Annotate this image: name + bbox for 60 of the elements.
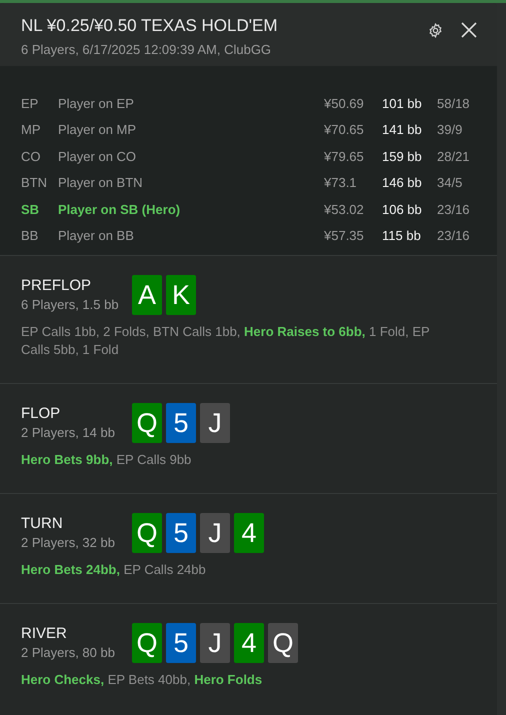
stack-amount: ¥70.65 xyxy=(324,122,365,138)
playing-card: J xyxy=(200,513,230,553)
player-stats: 34/5 xyxy=(437,175,464,190)
playing-card: J xyxy=(200,623,230,663)
playing-card: Q xyxy=(132,403,162,443)
player-name: Player on BB xyxy=(58,228,135,244)
stack-amount: ¥57.35 xyxy=(324,228,365,244)
player-stats: 28/21 xyxy=(437,148,471,164)
player-name: Player on MP xyxy=(58,122,138,138)
stack-bb: 159 bb xyxy=(382,148,423,164)
street-info: 2 Players, 80 bb xyxy=(21,645,116,660)
street-name: PREFLOP xyxy=(21,277,92,294)
hand-subtitle: 6 Players, 6/17/2025 12:09:39 AM, ClubGG xyxy=(21,42,272,57)
player-stats: 23/16 xyxy=(437,202,471,217)
street-name: TURN xyxy=(21,515,64,532)
stack-bb: 101 bb xyxy=(382,96,423,111)
playing-card: K xyxy=(166,275,196,315)
street-info: 2 Players, 32 bb xyxy=(21,535,116,550)
stack-bb: 146 bb xyxy=(382,175,423,190)
playing-card: 5 xyxy=(166,513,196,553)
settings-icon[interactable] xyxy=(428,22,443,38)
street-info: 6 Players, 1.5 bb xyxy=(21,297,120,312)
playing-card: Q xyxy=(132,513,162,553)
playing-card: 5 xyxy=(166,403,196,443)
player-stats: 58/18 xyxy=(437,96,471,111)
playing-card: A xyxy=(132,275,162,315)
stack-amount: ¥50.69 xyxy=(324,96,365,111)
street-name: RIVER xyxy=(21,625,68,642)
window-title: NL ¥0.25/¥0.50 TEXAS HOLD'EM xyxy=(21,16,278,36)
playing-card: J xyxy=(200,403,230,443)
action-summary: Hero Bets 24bb, EP Calls 24bb xyxy=(21,561,207,579)
stack-amount: ¥73.1 xyxy=(324,175,358,190)
street-name: FLOP xyxy=(21,405,62,422)
position-label: EP xyxy=(21,96,40,111)
position-label: SB xyxy=(21,202,40,217)
position-label: MP xyxy=(21,122,42,138)
position-label: BB xyxy=(21,228,40,244)
position-label: CO xyxy=(21,148,42,164)
position-label: BTN xyxy=(21,175,48,190)
stack-amount: ¥53.02 xyxy=(324,202,365,217)
playing-card: Q xyxy=(132,623,162,663)
street-info: 2 Players, 14 bb xyxy=(21,425,116,440)
action-summary: Hero Bets 9bb, EP Calls 9bb xyxy=(21,451,192,469)
playing-card: 4 xyxy=(234,623,264,663)
playing-card: 5 xyxy=(166,623,196,663)
stack-bb: 106 bb xyxy=(382,202,423,217)
stack-bb: 141 bb xyxy=(382,122,423,138)
stack-bb: 115 bb xyxy=(382,228,422,244)
player-name: Player on EP xyxy=(58,96,135,111)
close-icon[interactable] xyxy=(461,22,477,38)
player-stats: 39/9 xyxy=(437,122,464,138)
playing-card: 4 xyxy=(234,513,264,553)
player-stats: 23/16 xyxy=(437,228,471,244)
stack-amount: ¥79.65 xyxy=(324,148,365,164)
player-name: Player on SB (Hero) xyxy=(58,202,182,217)
playing-card: Q xyxy=(268,623,298,663)
action-summary: EP Calls 1bb, 2 Folds, BTN Calls 1bb, Hero Raises to 6bb, 1 Fold, EP Calls 5bb, 1 Fold xyxy=(21,323,430,359)
action-summary: Hero Checks, EP Bets 40bb, Hero Folds xyxy=(21,671,264,689)
player-name: Player on CO xyxy=(58,148,138,164)
player-name: Player on BTN xyxy=(58,175,144,190)
